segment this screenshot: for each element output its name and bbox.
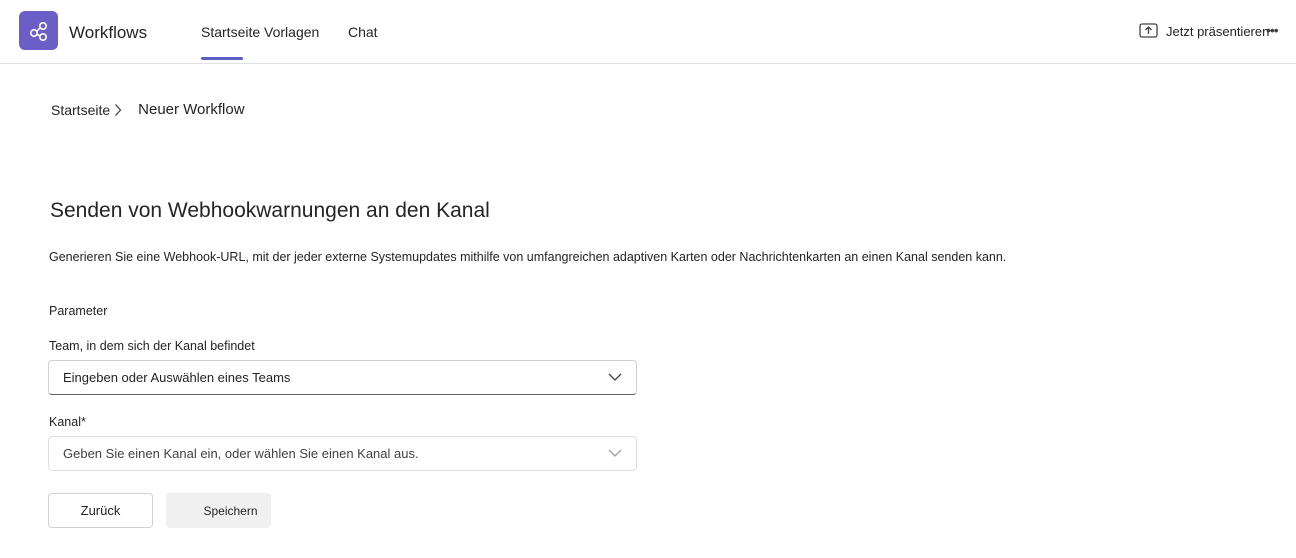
present-upload-icon [1139, 23, 1158, 38]
breadcrumb: Startseite Neuer Workflow [51, 101, 245, 118]
chevron-down-icon [608, 373, 622, 381]
channel-select[interactable]: Geben Sie einen Kanal ein, oder wählen S… [48, 436, 637, 471]
breadcrumb-current: Neuer Workflow [138, 101, 245, 118]
back-button[interactable]: Zurück [48, 493, 153, 528]
workflow-share-icon [29, 21, 47, 41]
present-now-button[interactable]: Jetzt präsentieren [1139, 20, 1269, 42]
page-title: Senden von Webhookwarnungen an den Kanal [50, 199, 490, 222]
workflows-app-icon[interactable] [19, 11, 58, 50]
channel-select-placeholder: Geben Sie einen Kanal ein, oder wählen S… [63, 446, 419, 461]
team-select[interactable]: Eingeben oder Auswählen eines Teams [48, 360, 637, 395]
app-title: Workflows [69, 23, 148, 42]
chevron-down-icon [608, 449, 622, 457]
tab-startseite-vorlagen[interactable]: Startseite Vorlagen [201, 24, 319, 40]
page-description: Generieren Sie eine Webhook-URL, mit der… [49, 250, 1007, 264]
channel-field-label: Kanal* [49, 415, 86, 429]
top-bar: Workflows Startseite Vorlagen Chat Jetzt… [0, 0, 1296, 64]
breadcrumb-home[interactable]: Startseite [51, 102, 110, 118]
parameter-section-label: Parameter [49, 304, 108, 318]
team-select-placeholder: Eingeben oder Auswählen eines Teams [63, 370, 291, 385]
save-button[interactable]: Speichern [166, 493, 271, 528]
chevron-right-icon [114, 103, 122, 117]
team-field-label: Team, in dem sich der Kanal befindet [49, 339, 255, 353]
tab-chat[interactable]: Chat [348, 24, 378, 40]
active-tab-indicator [201, 57, 243, 60]
present-now-label: Jetzt präsentieren [1166, 23, 1270, 39]
more-options-button[interactable]: ••• [1266, 22, 1279, 38]
